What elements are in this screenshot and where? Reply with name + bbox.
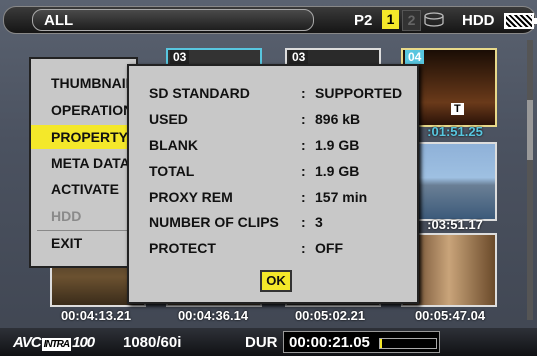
scrollbar-thumb[interactable] <box>527 100 533 160</box>
clip-number: 04 <box>405 50 425 64</box>
video-format: 1080/60i <box>123 334 182 351</box>
codec-prefix: AVC <box>13 334 42 351</box>
hdd-label: HDD <box>462 12 495 29</box>
property-value: 157 min <box>315 189 368 205</box>
slot-1-indicator: 1 <box>382 10 399 29</box>
property-key: TOTAL <box>149 163 195 179</box>
screen: ALL P2 1 2 HDD 03 03 04 T :01:51.25 :03:… <box>0 0 537 356</box>
status-bar: ALL P2 1 2 HDD <box>3 6 537 34</box>
clip-number: 03 <box>170 50 190 64</box>
duration-display: 00:00:21.05 <box>283 331 440 353</box>
property-separator: : <box>301 137 306 153</box>
property-separator: : <box>301 111 306 127</box>
property-separator: : <box>301 189 306 205</box>
codec-logo: AVC INTRA 100 <box>13 334 95 351</box>
codec-intra: INTRA <box>41 338 72 351</box>
property-separator: : <box>301 85 306 101</box>
property-value: 1.9 GB <box>315 137 360 153</box>
codec-suffix: 100 <box>72 334 95 351</box>
p2-label: P2 <box>354 12 373 29</box>
menu-item-activate[interactable]: ACTIVATE <box>31 177 136 201</box>
bottom-status-bar: AVC INTRA 100 1080/60i DUR 00:00:21.05 <box>0 328 537 356</box>
property-separator: : <box>301 214 306 230</box>
property-value: 3 <box>315 214 323 230</box>
property-value: 1.9 GB <box>315 163 360 179</box>
clip-duration: 00:05:02.21 <box>294 308 366 323</box>
property-separator: : <box>301 240 306 256</box>
property-key: BLANK <box>149 137 198 153</box>
thumbnail-menu: THUMBNAIL OPERATION PROPERTY META DATA A… <box>29 57 138 268</box>
duration-progress <box>379 338 437 349</box>
property-dialog: SD STANDARD : SUPPORTED USED : 896 kB BL… <box>127 64 419 304</box>
hdd-icon <box>424 12 444 27</box>
clip-duration: 00:04:36.14 <box>177 308 249 323</box>
property-value: SUPPORTED <box>315 85 403 101</box>
property-key: SD STANDARD <box>149 85 250 101</box>
menu-item-meta-data[interactable]: META DATA <box>31 151 136 175</box>
menu-item-exit[interactable]: EXIT <box>31 231 136 255</box>
property-separator: : <box>301 163 306 179</box>
folder-selector[interactable] <box>32 9 314 31</box>
folder-label: ALL <box>44 12 74 29</box>
property-value: OFF <box>315 240 343 256</box>
duration-progress-fill <box>380 339 382 348</box>
property-key: PROXY REM <box>149 189 233 205</box>
clip-number: 03 <box>289 50 309 64</box>
duration-label: DUR <box>245 334 278 351</box>
menu-item-operation[interactable]: OPERATION <box>31 98 136 122</box>
clip-duration: 00:04:13.21 <box>60 308 132 323</box>
menu-item-property[interactable]: PROPERTY <box>31 125 136 149</box>
clip-duration: :01:51.25 <box>427 124 483 139</box>
scrollbar[interactable] <box>527 40 533 320</box>
ok-button[interactable]: OK <box>260 270 292 292</box>
slot-2-indicator: 2 <box>402 10 421 31</box>
property-key: NUMBER OF CLIPS <box>149 214 279 230</box>
clip-duration: 00:05:47.04 <box>414 308 486 323</box>
duration-value: 00:00:21.05 <box>289 334 370 351</box>
menu-item-hdd: HDD <box>51 208 82 224</box>
property-value: 896 kB <box>315 111 361 127</box>
battery-icon <box>504 13 537 29</box>
property-key: USED <box>149 111 188 127</box>
menu-item-thumbnail[interactable]: THUMBNAIL <box>31 71 136 95</box>
clip-duration: :03:51.17 <box>427 217 483 232</box>
text-memo-badge: T <box>451 103 464 115</box>
property-key: PROTECT <box>149 240 216 256</box>
